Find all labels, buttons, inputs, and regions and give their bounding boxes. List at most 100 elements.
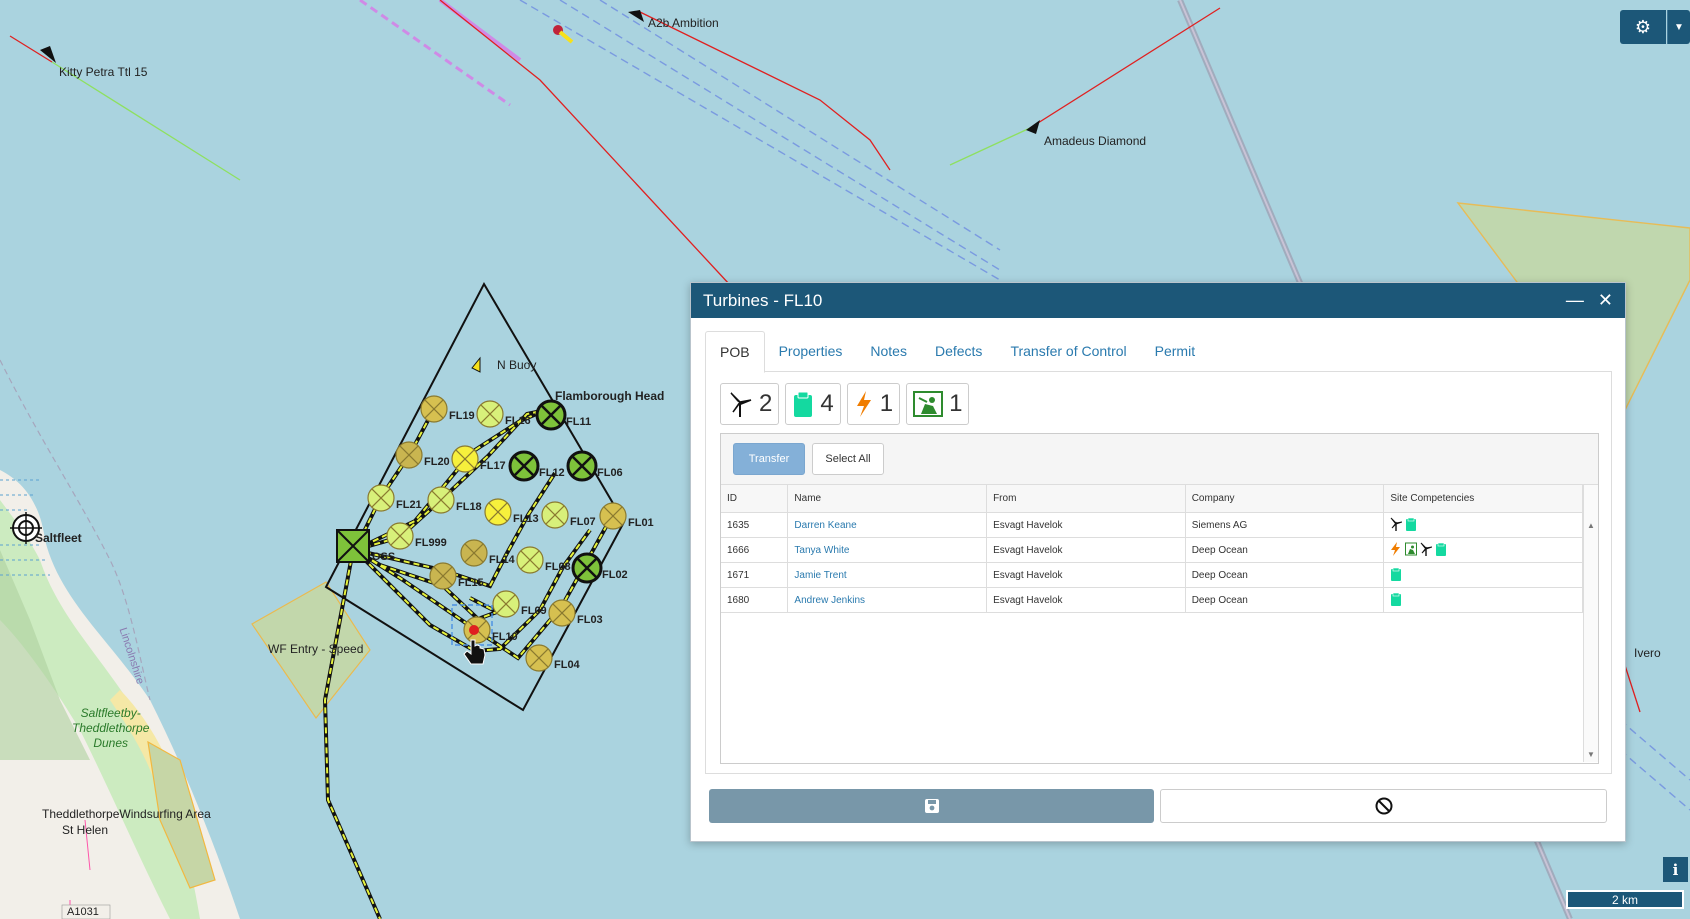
tab-defects[interactable]: Defects: [921, 331, 996, 371]
turbine-marker-fl13[interactable]: [484, 498, 512, 526]
info-button[interactable]: i: [1663, 857, 1688, 882]
badge-clipboard[interactable]: 4: [785, 383, 841, 425]
vessel-label[interactable]: A2b Ambition: [648, 16, 719, 30]
tab-notes[interactable]: Notes: [856, 331, 921, 371]
dialog-body: POB Properties Notes Defects Transfer of…: [705, 331, 1612, 774]
turbine-label[interactable]: FL13: [513, 513, 539, 525]
turbine-marker-fl20[interactable]: [395, 441, 423, 469]
select-all-button[interactable]: Select All: [812, 443, 884, 475]
turbine-label[interactable]: FL09: [521, 605, 547, 617]
clipboard-icon: [1436, 542, 1447, 556]
turbine-label[interactable]: FL15: [458, 577, 484, 589]
turbine-marker-fl02[interactable]: [571, 552, 603, 584]
turbine-label[interactable]: FL08: [545, 561, 571, 573]
turbine-marker-fl16[interactable]: [476, 400, 504, 428]
turbine-marker-fl999[interactable]: [386, 522, 414, 550]
cell-from: Esvagt Havelok: [986, 587, 1186, 613]
turbine-marker-fl17[interactable]: [451, 445, 479, 473]
table-row[interactable]: 1635 Darren Keane Esvagt Havelok Siemens AG: [721, 512, 1583, 538]
pob-panel: 2 4 1 1 Transfer Select All ID Name From…: [705, 371, 1612, 774]
cell-from: Esvagt Havelok: [986, 537, 1186, 563]
turbine-label[interactable]: FL12: [539, 467, 565, 479]
turbine-label[interactable]: FL06: [597, 467, 623, 479]
place-label: Saltfleetby- Theddlethorpe Dunes: [72, 706, 150, 750]
table-row[interactable]: 1671 Jamie Trent Esvagt Havelok Deep Ocean: [721, 562, 1583, 588]
turbine-label[interactable]: FL20: [424, 456, 450, 468]
vessel-label[interactable]: Kitty Petra Ttl 15: [59, 65, 147, 79]
turbine-label[interactable]: FL10: [492, 631, 518, 643]
vessel-label[interactable]: Amadeus Diamond: [1044, 134, 1146, 148]
turbine-icon: [730, 392, 752, 417]
cell-company: Siemens AG: [1185, 512, 1385, 538]
column-header-from[interactable]: From: [986, 485, 1186, 513]
turbine-label[interactable]: FL19: [449, 410, 475, 422]
turbine-label[interactable]: FL11: [566, 416, 591, 428]
cell-name[interactable]: Andrew Jenkins: [787, 587, 988, 613]
place-label: Flamborough Head: [555, 389, 665, 403]
buoy-label[interactable]: N Buoy: [497, 358, 536, 372]
cell-from: Esvagt Havelok: [986, 512, 1186, 538]
save-button[interactable]: [709, 789, 1154, 823]
zone-label[interactable]: WF Entry - Speed: [268, 642, 363, 656]
vessel-label[interactable]: Ivero: [1634, 646, 1661, 660]
dialog-header[interactable]: Turbines - FL10 — ✕: [691, 283, 1625, 318]
scroll-down-icon[interactable]: ▼: [1587, 750, 1595, 759]
turbine-label[interactable]: FL14: [489, 554, 515, 566]
turbine-marker-fl09[interactable]: [492, 590, 520, 618]
scroll-up-icon[interactable]: ▲: [1587, 521, 1595, 530]
turbine-marker-fl08[interactable]: [516, 546, 544, 574]
save-icon: [924, 799, 939, 813]
turbine-marker-fl21[interactable]: [367, 484, 395, 512]
turbine-label[interactable]: FL07: [570, 516, 596, 528]
settings-button[interactable]: ⚙: [1620, 10, 1666, 44]
column-header-id[interactable]: ID: [721, 485, 789, 513]
turbine-label[interactable]: FL17: [480, 460, 506, 472]
minimize-icon[interactable]: —: [1566, 290, 1584, 311]
turbine-marker-fl18[interactable]: [427, 486, 455, 514]
turbine-label[interactable]: FL18: [456, 501, 482, 513]
pob-table: ID Name From Company Site Competencies 1…: [721, 485, 1583, 613]
oss-label[interactable]: OSS: [372, 551, 395, 563]
cell-name[interactable]: Jamie Trent: [787, 562, 988, 588]
turbine-marker-fl07[interactable]: [541, 501, 569, 529]
column-header-name[interactable]: Name: [787, 485, 988, 513]
turbine-marker-fl19[interactable]: [420, 395, 448, 423]
turbine-marker-fl01[interactable]: [599, 502, 627, 530]
turbine-marker-fl12[interactable]: [508, 450, 540, 482]
turbine-marker-fl03[interactable]: [548, 599, 576, 627]
cell-name[interactable]: Darren Keane: [787, 512, 988, 538]
tab-properties[interactable]: Properties: [765, 331, 857, 371]
badge-turbine[interactable]: 2: [720, 383, 780, 425]
turbine-label[interactable]: FL02: [602, 569, 628, 581]
tab-transfer-of-control[interactable]: Transfer of Control: [996, 331, 1140, 371]
settings-dropdown-button[interactable]: ▼: [1667, 10, 1690, 44]
cell-company: Deep Ocean: [1185, 537, 1385, 563]
turbine-marker-fl14[interactable]: [460, 539, 488, 567]
tab-permit[interactable]: Permit: [1141, 331, 1209, 371]
turbine-marker-fl04[interactable]: [525, 644, 553, 672]
turbine-marker-fl11[interactable]: [535, 399, 567, 431]
badge-first-aid[interactable]: 1: [906, 383, 970, 425]
grid-scrollbar[interactable]: ▲ ▼: [1583, 485, 1598, 762]
competency-badges: 2 4 1 1: [720, 383, 970, 425]
turbine-label[interactable]: FL999: [415, 537, 447, 549]
table-row[interactable]: 1666 Tanya White Esvagt Havelok Deep Ocean: [721, 537, 1583, 563]
first-aid-icon: [913, 391, 944, 417]
cell-name[interactable]: Tanya White: [787, 537, 988, 563]
transfer-button[interactable]: Transfer: [733, 443, 805, 475]
turbine-marker-fl06[interactable]: [566, 450, 598, 482]
tab-pob[interactable]: POB: [705, 331, 765, 373]
turbine-label[interactable]: FL03: [577, 614, 603, 626]
turbine-marker-fl15[interactable]: [429, 562, 457, 590]
badge-lightning[interactable]: 1: [846, 383, 901, 425]
turbine-label[interactable]: FL21: [396, 499, 422, 511]
turbine-label[interactable]: FL16: [505, 415, 531, 427]
column-header-site-competencies[interactable]: Site Competencies: [1383, 485, 1583, 513]
column-header-company[interactable]: Company: [1185, 485, 1385, 513]
close-icon[interactable]: ✕: [1598, 290, 1613, 311]
clipboard-icon: [1391, 592, 1402, 606]
table-row[interactable]: 1680 Andrew Jenkins Esvagt Havelok Deep Oce…: [721, 587, 1583, 613]
turbine-label[interactable]: FL04: [554, 659, 580, 671]
cancel-button[interactable]: [1160, 789, 1607, 823]
turbine-label[interactable]: FL01: [628, 517, 654, 529]
